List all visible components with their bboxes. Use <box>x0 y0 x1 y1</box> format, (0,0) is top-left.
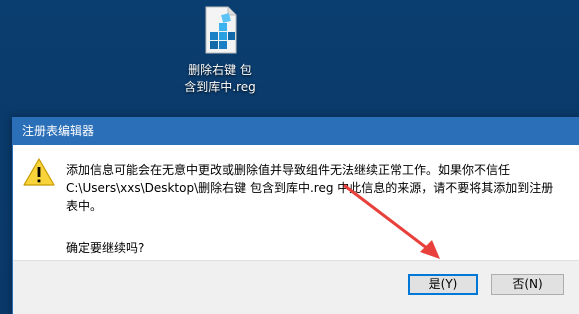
message-line1: 添加信息可能会在无意中更改或删除值并导致组件无法继续正常工作。如果你不信任 <box>66 163 511 177</box>
registry-file-icon <box>205 6 237 54</box>
desktop-file-reg[interactable]: 删除右键 包含到库中.reg <box>172 6 268 96</box>
message-line2: C:\Users\xxs\Desktop\删除右键 包含到库中.reg 中此信息… <box>66 181 554 195</box>
no-button[interactable]: 否(N) <box>491 274 564 295</box>
dialog-question: 确定要继续吗? <box>66 241 145 255</box>
dialog-content: 添加信息可能会在无意中更改或删除值并导致组件无法继续正常工作。如果你不信任 C:… <box>13 145 579 260</box>
message-line3: 表中。 <box>66 199 103 213</box>
registry-editor-dialog: 注册表编辑器 添加信息可能会在无意中更改或删除值并导致组件无法继续正常工作。如果… <box>12 117 579 314</box>
desktop: 删除右键 包含到库中.reg 注册表编辑器 添加信息可能会在无意中更改或删除值并… <box>0 0 579 314</box>
file-label-line2: 含到库中.reg <box>184 80 256 94</box>
dialog-button-bar: 是(Y) 否(N) <box>13 260 579 314</box>
file-label-line1: 删除右键 包 <box>188 63 252 77</box>
warning-triangle-icon <box>23 158 55 186</box>
yes-button[interactable]: 是(Y) <box>408 274 478 295</box>
desktop-file-label: 删除右键 包含到库中.reg <box>172 62 268 96</box>
dialog-title: 注册表编辑器 <box>22 124 95 138</box>
dialog-titlebar[interactable]: 注册表编辑器 <box>13 117 579 145</box>
dialog-message: 添加信息可能会在无意中更改或删除值并导致组件无法继续正常工作。如果你不信任 C:… <box>66 161 571 215</box>
